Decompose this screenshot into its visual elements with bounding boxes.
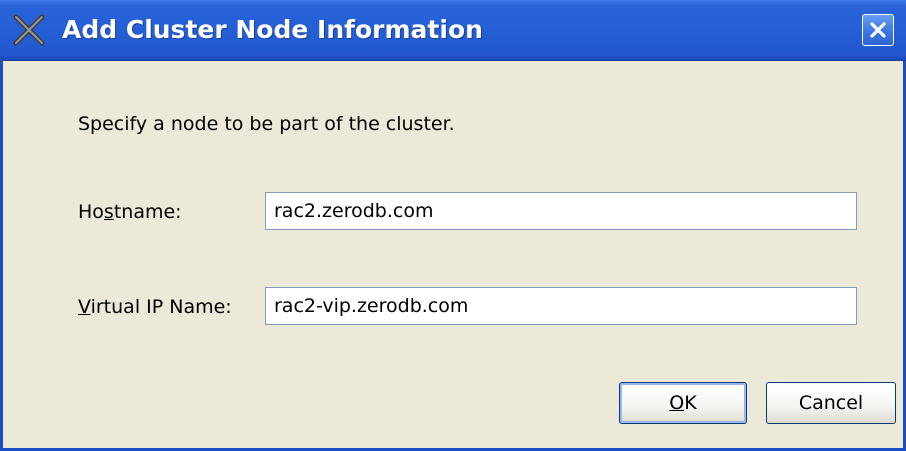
dialog-title: Add Cluster Node Information (62, 15, 483, 44)
hostname-label: Hostname: (78, 201, 182, 223)
virtual-ip-input[interactable] (265, 287, 857, 325)
instruction-text: Specify a node to be part of the cluster… (78, 113, 455, 135)
close-button[interactable] (862, 14, 894, 46)
ok-button[interactable]: OK (619, 382, 747, 424)
dialog-content: Specify a node to be part of the cluster… (3, 60, 903, 448)
close-icon (870, 22, 886, 38)
cancel-button[interactable]: Cancel (766, 382, 896, 424)
hostname-mnemonic: s (103, 201, 114, 223)
oracle-x-logo-icon (13, 14, 45, 46)
title-bar[interactable]: Add Cluster Node Information (0, 0, 906, 61)
hostname-input[interactable] (265, 192, 857, 230)
virtual-ip-mnemonic: V (78, 296, 91, 318)
dialog-window: Add Cluster Node Information Specify a n… (0, 0, 906, 451)
virtual-ip-label: Virtual IP Name: (78, 296, 232, 318)
